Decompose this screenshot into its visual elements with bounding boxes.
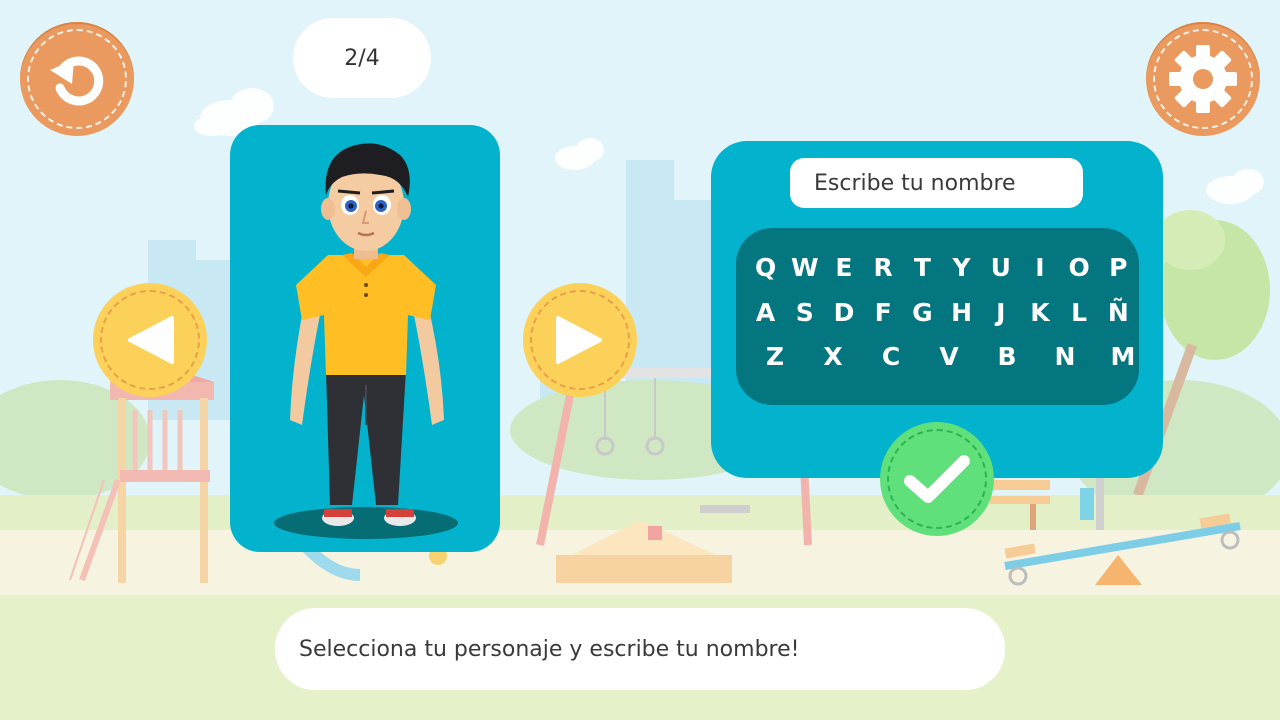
key-j[interactable]: J xyxy=(981,292,1020,332)
key-z[interactable]: Z xyxy=(746,336,804,376)
back-button[interactable] xyxy=(20,22,134,136)
key-t[interactable]: T xyxy=(903,247,942,287)
key-r[interactable]: R xyxy=(864,247,903,287)
key-h[interactable]: H xyxy=(942,292,981,332)
name-input[interactable]: Escribe tu nombre xyxy=(790,158,1083,208)
key-y[interactable]: Y xyxy=(942,247,981,287)
key-e[interactable]: E xyxy=(824,247,863,287)
key-d[interactable]: D xyxy=(824,292,863,332)
settings-button[interactable] xyxy=(1146,22,1260,136)
key-w[interactable]: W xyxy=(785,247,824,287)
keyboard-row-1: QWERTYUIOP xyxy=(746,247,1138,287)
confirm-button[interactable] xyxy=(880,422,994,536)
key-k[interactable]: K xyxy=(1020,292,1059,332)
key-c[interactable]: C xyxy=(862,336,920,376)
key-o[interactable]: O xyxy=(1060,247,1099,287)
key-v[interactable]: V xyxy=(920,336,978,376)
key-m[interactable]: M xyxy=(1094,336,1152,376)
key-n[interactable]: N xyxy=(1036,336,1094,376)
key-x[interactable]: X xyxy=(804,336,862,376)
key-ñ[interactable]: Ñ xyxy=(1099,292,1138,332)
next-character-button[interactable] xyxy=(523,283,637,397)
previous-character-button[interactable] xyxy=(93,283,207,397)
page-counter: 2/4 xyxy=(293,18,431,98)
character-panel xyxy=(230,125,500,552)
keyboard-row-2: ASDFGHJKLÑ xyxy=(746,292,1138,332)
key-i[interactable]: I xyxy=(1020,247,1059,287)
key-g[interactable]: G xyxy=(903,292,942,332)
onscreen-keyboard: QWERTYUIOP ASDFGHJKLÑ ZXCVBNM xyxy=(736,228,1139,405)
character-figure xyxy=(274,143,458,539)
key-f[interactable]: F xyxy=(864,292,903,332)
key-u[interactable]: U xyxy=(981,247,1020,287)
key-b[interactable]: B xyxy=(978,336,1036,376)
key-a[interactable]: A xyxy=(746,292,785,332)
key-s[interactable]: S xyxy=(785,292,824,332)
key-p[interactable]: P xyxy=(1099,247,1138,287)
key-l[interactable]: L xyxy=(1060,292,1099,332)
instruction-banner: Selecciona tu personaje y escribe tu nom… xyxy=(275,608,1005,690)
keyboard-row-3: ZXCVBNM xyxy=(746,336,1152,376)
key-q[interactable]: Q xyxy=(746,247,785,287)
